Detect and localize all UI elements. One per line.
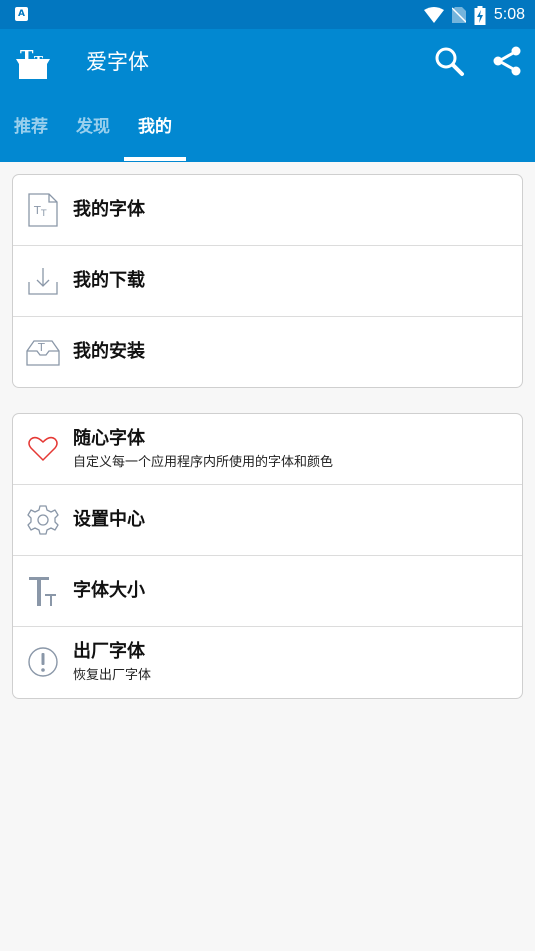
tab-discover[interactable]: 发现	[76, 115, 110, 139]
svg-text:T: T	[20, 47, 34, 68]
tab-mine[interactable]: 我的	[138, 115, 172, 139]
factory-font-item[interactable]: 出厂字体 恢复出厂字体	[13, 627, 522, 698]
menu-label: 出厂字体	[73, 641, 145, 662]
tab-recommend[interactable]: 推荐	[14, 115, 48, 139]
search-icon[interactable]	[433, 45, 465, 77]
svg-text:T: T	[34, 54, 43, 68]
tools-section-card: 随心字体 自定义每一个应用程序内所使用的字体和颜色 设置中心 字体大小 出厂字体…	[12, 413, 523, 699]
svg-text:T: T	[40, 209, 47, 219]
no-sim-icon	[451, 7, 466, 23]
my-section-card: T T 我的字体 我的下载 T 我的安装	[12, 174, 523, 388]
battery-charging-icon	[474, 5, 486, 25]
my-fonts-item[interactable]: T T 我的字体	[13, 175, 522, 246]
settings-item[interactable]: 设置中心	[13, 485, 522, 556]
menu-label: 字体大小	[73, 580, 145, 601]
share-icon[interactable]	[491, 45, 523, 77]
status-icons: 5:08	[423, 5, 525, 25]
menu-label: 设置中心	[73, 509, 145, 530]
menu-subtitle: 自定义每一个应用程序内所使用的字体和颜色	[73, 455, 334, 470]
menu-label: 我的下载	[73, 270, 145, 291]
gear-icon	[27, 505, 59, 535]
font-file-icon: T T	[28, 193, 58, 227]
menu-label: 随心字体	[73, 428, 145, 449]
menu-subtitle: 恢复出厂字体	[73, 668, 152, 683]
font-size-item[interactable]: 字体大小	[13, 556, 522, 627]
wifi-icon	[423, 7, 444, 23]
svg-text:T: T	[33, 204, 41, 217]
download-icon	[28, 268, 58, 295]
menu-label: 我的字体	[73, 199, 145, 220]
alert-circle-icon	[28, 647, 58, 677]
app-title: 爱字体	[86, 50, 149, 74]
my-installs-item[interactable]: T 我的安装	[13, 317, 522, 387]
app-bar: T T 爱字体 推荐 发现 我的	[0, 29, 535, 162]
tab-indicator	[124, 157, 186, 161]
status-bar: A 5:08	[0, 0, 535, 29]
svg-text:T: T	[37, 341, 45, 354]
install-tray-icon: T	[26, 340, 60, 366]
tab-bar: 推荐 发现 我的	[0, 109, 535, 162]
font-box-icon: T T	[16, 47, 50, 79]
clock: 5:08	[493, 6, 525, 23]
text-size-icon	[29, 577, 56, 606]
heart-icon	[28, 436, 58, 462]
my-downloads-item[interactable]: 我的下载	[13, 246, 522, 317]
custom-font-item[interactable]: 随心字体 自定义每一个应用程序内所使用的字体和颜色	[13, 414, 522, 485]
notification-app-icon: A	[15, 7, 28, 21]
menu-label: 我的安装	[73, 341, 145, 362]
